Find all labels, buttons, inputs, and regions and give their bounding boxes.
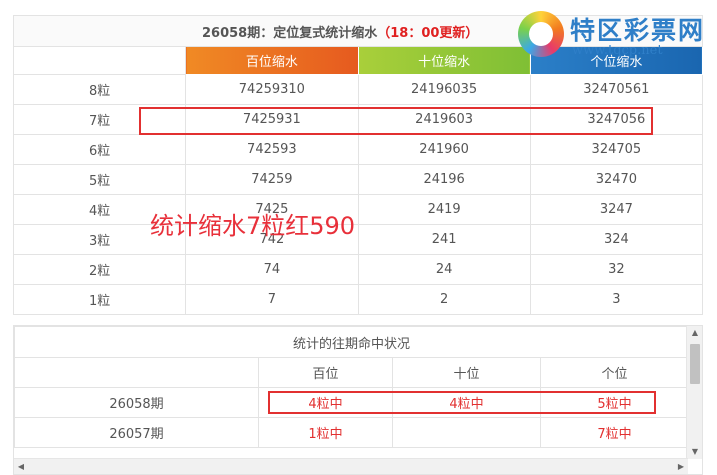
history-header-row: 百位 十位 个位 xyxy=(14,357,690,388)
stats-row: 8粒 74259310 24196035 32470561 xyxy=(12,74,704,105)
history-header-tens: 十位 xyxy=(392,357,541,388)
history-hit-units: 7粒中 xyxy=(539,417,690,448)
row-label: 1粒 xyxy=(12,284,187,315)
scroll-left-icon[interactable]: ◀ xyxy=(14,459,28,474)
history-hit-hundreds: 1粒中 xyxy=(258,417,393,448)
history-caption: 统计的往期命中状况 xyxy=(14,326,690,358)
stats-title-main: 26058期：定位复式统计缩水 xyxy=(202,25,378,41)
vertical-scrollbar[interactable]: ▲ ▼ xyxy=(686,326,702,459)
cell-tens: 2419 xyxy=(357,194,531,225)
cell-units: 32 xyxy=(529,254,704,285)
header-tens: 十位缩水 xyxy=(357,46,531,75)
history-header-hundreds: 百位 xyxy=(258,357,393,388)
cell-hundreds: 74259310 xyxy=(185,74,359,105)
annotation-text: 统计缩水7粒红590 xyxy=(150,212,356,240)
history-period: 26058期 xyxy=(14,387,259,418)
history-header-units: 个位 xyxy=(539,357,690,388)
cell-units: 32470 xyxy=(529,164,704,195)
cell-units: 3247 xyxy=(529,194,704,225)
cell-tens: 24 xyxy=(357,254,531,285)
cell-units: 324 xyxy=(529,224,704,255)
history-table: 统计的往期命中状况 百位 十位 个位 26058期 4粒中 4粒中 5粒中 26… xyxy=(14,326,690,448)
stats-row: 1粒 7 2 3 xyxy=(12,284,704,315)
cell-tens: 241 xyxy=(357,224,531,255)
scroll-up-icon[interactable]: ▲ xyxy=(687,326,702,340)
history-header-empty xyxy=(14,357,259,388)
cell-tens: 24196035 xyxy=(357,74,531,105)
cell-units: 324705 xyxy=(529,134,704,165)
cell-tens: 241960 xyxy=(357,134,531,165)
horizontal-scrollbar[interactable]: ◀ ▶ xyxy=(14,458,688,474)
history-caption-row: 统计的往期命中状况 xyxy=(14,326,690,358)
stats-row: 5粒 74259 24196 32470 xyxy=(12,164,704,195)
scroll-right-icon[interactable]: ▶ xyxy=(674,459,688,474)
history-row: 26057期 1粒中 7粒中 xyxy=(14,417,690,448)
cell-hundreds: 74 xyxy=(185,254,359,285)
site-logo[interactable]: 特区彩票网 www.tqcp.net xyxy=(518,8,714,66)
logo-url: www.tqcp.net xyxy=(572,43,663,58)
scroll-thumb[interactable] xyxy=(690,344,700,384)
history-period: 26057期 xyxy=(14,417,259,448)
row-label: 8粒 xyxy=(12,74,187,105)
cell-hundreds: 742593 xyxy=(185,134,359,165)
scroll-down-icon[interactable]: ▼ xyxy=(687,445,702,459)
cell-hundreds: 74259 xyxy=(185,164,359,195)
lottery-swirl-icon xyxy=(518,11,564,57)
stats-row: 2粒 74 24 32 xyxy=(12,254,704,285)
stats-row: 6粒 742593 241960 324705 xyxy=(12,134,704,165)
history-hit-tens xyxy=(392,417,541,448)
highlight-box-7 xyxy=(139,107,653,135)
cell-tens: 2 xyxy=(357,284,531,315)
cell-units: 32470561 xyxy=(529,74,704,105)
stats-header-empty xyxy=(12,46,187,75)
cell-hundreds: 7 xyxy=(185,284,359,315)
header-hundreds: 百位缩水 xyxy=(185,46,359,75)
stats-row: 3粒 742 241 324 xyxy=(12,224,704,255)
logo-name: 特区彩票网 xyxy=(570,16,706,45)
stats-row: 4粒 7425 2419 3247 xyxy=(12,194,704,225)
cell-units: 3 xyxy=(529,284,704,315)
highlight-box-history xyxy=(268,391,656,414)
stats-title-update: （18：00更新） xyxy=(377,25,479,41)
row-label: 2粒 xyxy=(12,254,187,285)
row-label: 5粒 xyxy=(12,164,187,195)
cell-tens: 24196 xyxy=(357,164,531,195)
row-label: 6粒 xyxy=(12,134,187,165)
